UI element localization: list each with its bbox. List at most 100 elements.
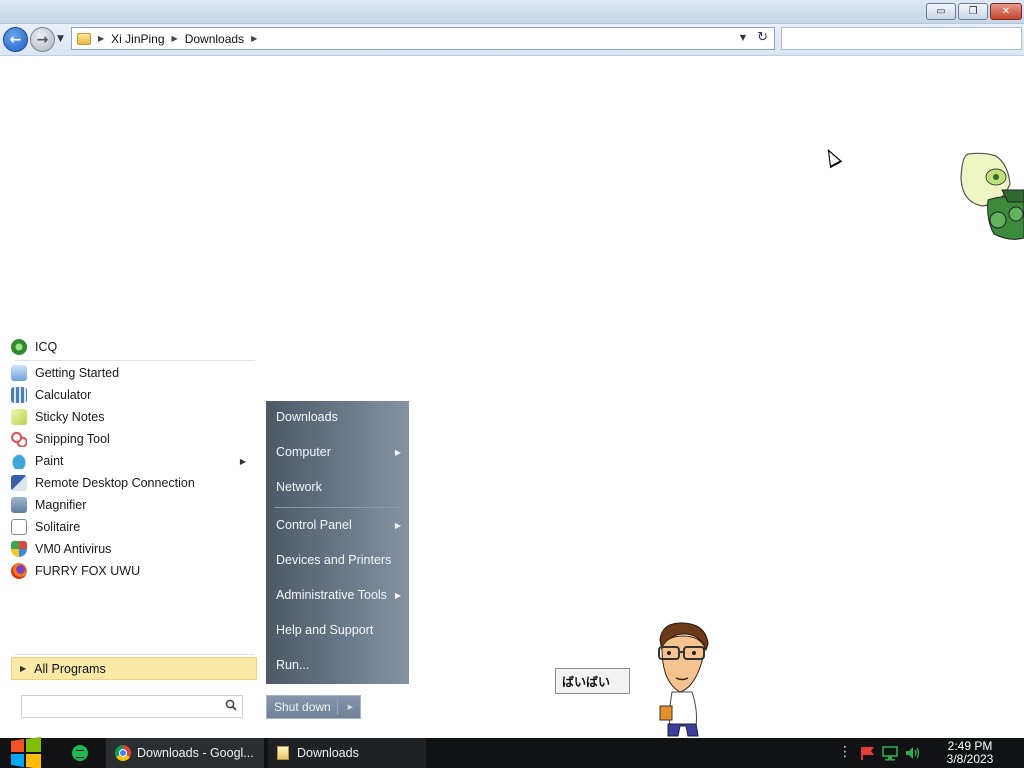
program-label: Solitaire xyxy=(35,520,81,534)
program-label: Sticky Notes xyxy=(35,410,105,424)
places-separator xyxy=(274,507,401,508)
places-label: Control Panel xyxy=(276,518,352,532)
breadcrumb-user[interactable]: Xi JinPing xyxy=(111,32,164,46)
shutdown-options-arrow-icon[interactable]: ▶ xyxy=(348,703,353,711)
volume-icon[interactable] xyxy=(905,745,921,761)
all-programs-label: All Programs xyxy=(34,661,106,676)
program-label: VM0 Antivirus xyxy=(35,542,112,556)
folder-icon xyxy=(77,32,91,45)
close-button[interactable]: ✕ xyxy=(990,3,1022,20)
places-item-control-panel[interactable]: Control Panel ▶ xyxy=(266,511,409,539)
shutdown-button[interactable]: Shut down ▶ xyxy=(266,695,361,719)
address-bar[interactable]: ▶ Xi JinPing ▶ Downloads ▶ ▼ ↻ xyxy=(71,27,775,50)
mouse-cursor-icon xyxy=(821,145,843,169)
taskbar-clock[interactable]: 2:49 PM 3/8/2023 xyxy=(930,740,1010,766)
all-programs-button[interactable]: ▶ All Programs xyxy=(11,657,257,680)
places-item-network[interactable]: Network xyxy=(266,473,409,501)
breadcrumb-arrow-icon[interactable]: ▶ xyxy=(172,34,178,43)
submenu-arrow-icon: ▶ xyxy=(394,590,401,600)
program-item-sticky-notes[interactable]: Sticky Notes xyxy=(11,406,256,428)
magnifier-icon xyxy=(11,497,27,513)
back-button[interactable]: ← xyxy=(3,27,28,52)
program-label: Magnifier xyxy=(35,498,87,512)
program-item-paint[interactable]: Paint ▶ xyxy=(11,450,256,472)
program-item-getting-started[interactable]: Getting Started xyxy=(11,362,256,384)
shutdown-label: Shut down xyxy=(274,700,331,714)
breadcrumb-arrow-icon[interactable]: ▶ xyxy=(251,34,257,43)
clock-date: 3/8/2023 xyxy=(946,752,994,766)
shield-icon xyxy=(11,541,27,557)
places-item-computer[interactable]: Computer ▶ xyxy=(266,438,409,466)
start-search-input[interactable] xyxy=(21,695,243,718)
snipping-tool-icon xyxy=(11,431,27,447)
places-item-run[interactable]: Run... xyxy=(266,651,409,679)
program-item-remote-desktop[interactable]: Remote Desktop Connection xyxy=(11,472,256,494)
places-label: Devices and Printers xyxy=(276,553,392,567)
forward-button[interactable]: → xyxy=(30,27,55,52)
action-center-flag-icon[interactable] xyxy=(859,746,875,760)
places-label: Run... xyxy=(276,658,310,672)
pinned-separator xyxy=(15,360,255,361)
submenu-arrow-icon: ▶ xyxy=(394,520,401,530)
folder-icon xyxy=(277,746,289,760)
places-item-devices-printers[interactable]: Devices and Printers xyxy=(266,546,409,574)
firefox-icon xyxy=(11,563,27,579)
task-label: Downloads xyxy=(297,746,359,760)
program-item-furry-fox[interactable]: FURRY FOX UWU xyxy=(11,560,256,582)
taskbar: Downloads - Googl... Downloads ⋮ 2:49 PM… xyxy=(0,737,1024,768)
byebye-speech-box: ばいばい xyxy=(555,668,630,694)
start-menu-programs-pane: ICQ Getting Started Calculator Sticky No… xyxy=(5,336,260,722)
calculator-icon xyxy=(11,387,27,403)
address-history-dropdown-icon[interactable]: ▼ xyxy=(740,33,746,42)
byebye-text: ばいばい xyxy=(562,674,611,689)
program-label: Getting Started xyxy=(35,366,120,380)
all-programs-separator xyxy=(15,654,255,655)
program-item-magnifier[interactable]: Magnifier xyxy=(11,494,256,516)
submenu-arrow-icon: ▶ xyxy=(239,456,246,466)
start-menu-places-pane: Downloads Computer ▶ Network Control Pane… xyxy=(266,401,409,684)
breadcrumb-downloads[interactable]: Downloads xyxy=(185,32,244,46)
peridot-character-image xyxy=(960,152,1024,240)
search-icon xyxy=(225,699,237,711)
minimize-button[interactable]: ▭ xyxy=(926,3,956,20)
task-label: Downloads - Googl... xyxy=(137,746,254,760)
program-item-calculator[interactable]: Calculator xyxy=(11,384,256,406)
expand-arrow-icon: ▶ xyxy=(20,664,27,673)
start-button[interactable] xyxy=(0,737,52,768)
program-label: Calculator xyxy=(35,388,92,402)
maximize-button[interactable]: ❐ xyxy=(958,3,988,20)
program-label: ICQ xyxy=(35,340,58,354)
places-item-administrative-tools[interactable]: Administrative Tools ▶ xyxy=(266,581,409,609)
program-label: Remote Desktop Connection xyxy=(35,476,195,490)
window-titlebar: ▭ ❐ ✕ xyxy=(0,0,1024,24)
taskbar-explorer-window[interactable]: Downloads xyxy=(268,738,426,768)
shutdown-divider xyxy=(337,700,338,715)
recent-pages-dropdown[interactable]: ▼ xyxy=(57,34,64,44)
refresh-icon[interactable]: ↻ xyxy=(757,30,768,45)
places-item-help-support[interactable]: Help and Support xyxy=(266,616,409,644)
program-label: Paint xyxy=(35,454,64,468)
places-item-downloads[interactable]: Downloads xyxy=(266,403,409,431)
program-item-vm0-antivirus[interactable]: VM0 Antivirus xyxy=(11,538,256,560)
program-item-icq[interactable]: ICQ xyxy=(11,336,256,358)
tray-overflow-icon[interactable]: ⋮ xyxy=(838,744,852,760)
places-label: Network xyxy=(276,480,322,494)
submenu-arrow-icon: ▶ xyxy=(394,447,401,457)
character-image xyxy=(658,622,709,737)
navigation-bar: ← → ▼ ▶ Xi JinPing ▶ Downloads ▶ ▼ ↻ xyxy=(0,24,1024,56)
program-label: FURRY FOX UWU xyxy=(35,564,141,578)
paint-icon xyxy=(11,453,27,469)
breadcrumb-arrow-icon[interactable]: ▶ xyxy=(98,34,104,43)
network-icon[interactable] xyxy=(882,745,898,761)
places-label: Downloads xyxy=(276,410,338,424)
program-label: Snipping Tool xyxy=(35,432,110,446)
spotify-icon[interactable] xyxy=(72,745,88,761)
icq-icon xyxy=(11,339,27,355)
sticky-notes-icon xyxy=(11,409,27,425)
places-label: Help and Support xyxy=(276,623,374,637)
program-item-snipping-tool[interactable]: Snipping Tool xyxy=(11,428,256,450)
windows-logo-icon xyxy=(11,737,41,768)
program-item-solitaire[interactable]: Solitaire xyxy=(11,516,256,538)
taskbar-chrome-window[interactable]: Downloads - Googl... xyxy=(106,738,264,768)
folder-search-input[interactable] xyxy=(781,27,1022,50)
